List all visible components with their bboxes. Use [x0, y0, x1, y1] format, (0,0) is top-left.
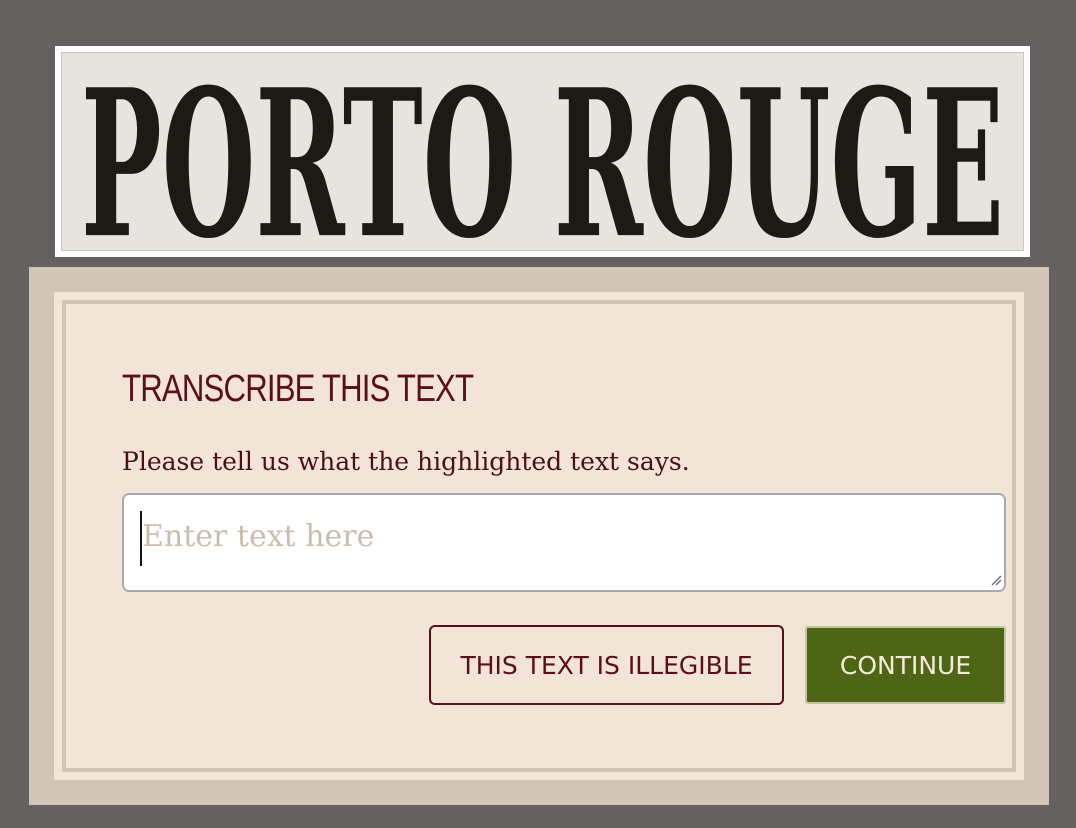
snippet-text-svg: PORTO ROUGE — [81, 53, 1004, 250]
text-cursor — [140, 511, 142, 566]
text-snippet-image: PORTO ROUGE — [55, 46, 1030, 257]
continue-button[interactable]: CONTINUE — [805, 626, 1006, 704]
transcription-panel: TRANSCRIBE THIS TEXT Please tell us what… — [29, 267, 1049, 805]
transcription-input[interactable] — [122, 493, 1006, 592]
illegible-button[interactable]: THIS TEXT IS ILLEGIBLE — [429, 625, 784, 705]
snippet-text: PORTO ROUGE — [81, 53, 1004, 250]
text-snippet-scan: PORTO ROUGE — [61, 52, 1024, 251]
resize-handle-icon[interactable] — [990, 574, 1002, 586]
task-instruction: Please tell us what the highlighted text… — [122, 447, 690, 476]
task-title: TRANSCRIBE THIS TEXT — [122, 368, 474, 410]
transcription-panel-inner: TRANSCRIBE THIS TEXT Please tell us what… — [54, 292, 1024, 780]
